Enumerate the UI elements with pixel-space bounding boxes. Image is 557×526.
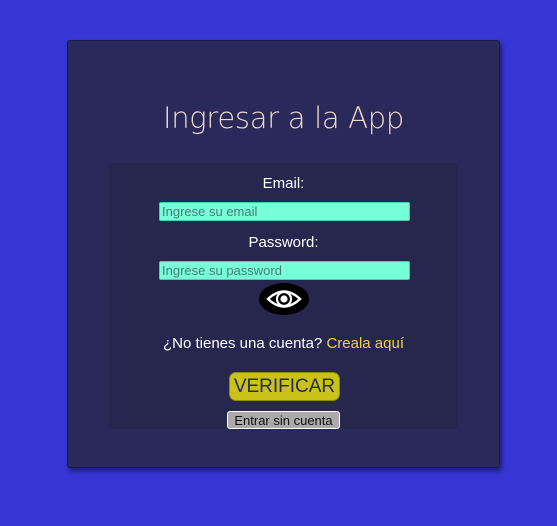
toggle-password-button[interactable] [259, 283, 309, 315]
login-form: Email: Password: ¿No tienes una cuenta? … [109, 163, 458, 429]
password-label: Password: [248, 234, 319, 251]
login-card: Ingresar a la App Email: Password: ¿No t… [67, 40, 500, 468]
signup-prompt-text: ¿No tienes una cuenta? [162, 335, 323, 352]
signup-prompt: ¿No tienes una cuenta? Creala aquí [109, 335, 458, 352]
page-title: Ingresar a la App [162, 101, 405, 135]
guest-login-button[interactable]: Entrar sin cuenta [227, 411, 340, 429]
eye-icon [266, 290, 302, 308]
password-input[interactable] [159, 261, 410, 280]
verify-button[interactable]: VERIFICAR [229, 372, 340, 401]
email-label: Email: [262, 175, 305, 192]
email-input[interactable] [159, 202, 410, 221]
signup-link[interactable]: Creala aquí [326, 335, 404, 352]
